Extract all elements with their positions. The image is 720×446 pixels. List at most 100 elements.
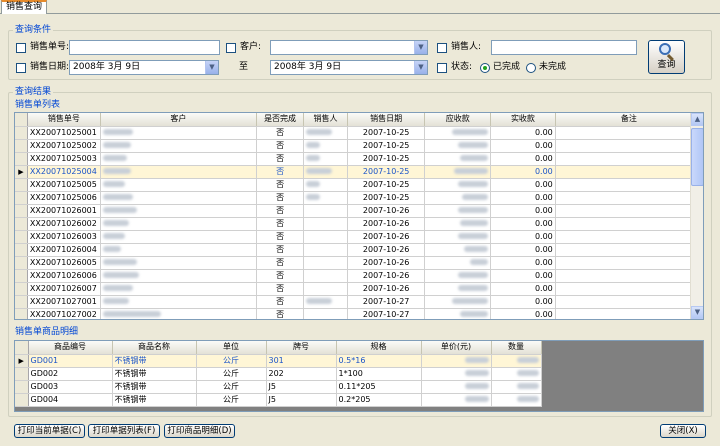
table-cell: 不锈钢带 <box>112 393 197 407</box>
print-current-button[interactable]: 打印当前单据(C) <box>14 424 85 438</box>
table-cell: XX20071026001 <box>27 204 101 218</box>
table-cell: 0.00 <box>490 191 556 205</box>
col-header[interactable]: 数量 <box>491 341 542 355</box>
col-header[interactable]: 牌号 <box>266 341 337 355</box>
col-header[interactable]: 实收款 <box>490 113 556 127</box>
table-row[interactable]: XX20071025006 否 2007-10-25 0.00 <box>15 191 703 205</box>
col-header[interactable]: 商品名称 <box>112 341 197 355</box>
customer-checkbox[interactable] <box>226 43 236 53</box>
status-undone-radio[interactable] <box>526 63 536 73</box>
table-row[interactable]: XX20071025001 否 2007-10-25 0.00 <box>15 126 703 140</box>
detail-grid[interactable]: 商品编号 商品名称 单位 牌号 规格 单价(元) 数量 ▶ GD001 不锈钢带 公斤… <box>14 340 704 412</box>
print-detail-button[interactable]: 打印商品明细(D) <box>164 424 235 438</box>
table-row[interactable]: XX20071026006 否 2007-10-26 0.00 <box>15 269 703 283</box>
scroll-up-icon[interactable]: ▲ <box>691 113 703 126</box>
status-checkbox[interactable] <box>437 63 447 73</box>
table-cell <box>424 230 492 244</box>
col-header[interactable]: 是否完成 <box>256 113 305 127</box>
table-cell: XX20071026007 <box>27 282 101 296</box>
table-row[interactable]: XX20071026002 否 2007-10-26 0.00 <box>15 217 703 231</box>
table-cell: XX20071025002 <box>27 139 101 153</box>
table-cell <box>100 178 258 192</box>
row-indicator <box>15 152 28 166</box>
col-header[interactable]: 销售日期 <box>347 113 426 127</box>
table-row[interactable]: GD003 不锈钢带 公斤 J5 0.11*205 <box>15 380 542 394</box>
table-row[interactable]: XX20071026007 否 2007-10-26 0.00 <box>15 282 703 296</box>
date-checkbox[interactable] <box>16 63 26 73</box>
close-button[interactable]: 关闭(X) <box>660 424 706 438</box>
table-cell <box>555 191 703 205</box>
order-no-checkbox[interactable] <box>16 43 26 53</box>
col-header[interactable]: 销售单号 <box>27 113 101 127</box>
sales-list-grid[interactable]: 销售单号 客户 是否完成 销售人 销售日期 应收款 实收款 备注 XX20071… <box>14 112 704 320</box>
table-cell: 否 <box>256 139 305 153</box>
print-list-button[interactable]: 打印单据列表(F) <box>88 424 160 438</box>
redacted-value <box>306 181 321 187</box>
table-cell: XX20071026003 <box>27 230 101 244</box>
redacted-value <box>460 220 489 226</box>
table-cell: 0.00 <box>490 269 556 283</box>
table-row[interactable]: XX20071026005 否 2007-10-26 0.00 <box>15 256 703 270</box>
col-header[interactable]: 客户 <box>100 113 258 127</box>
redacted-value <box>464 370 489 376</box>
customer-dropdown[interactable]: ▼ <box>270 40 428 55</box>
status-done-radio[interactable] <box>480 63 490 73</box>
salesperson-checkbox[interactable] <box>437 43 447 53</box>
redacted-value <box>102 155 127 161</box>
scroll-down-icon[interactable]: ▼ <box>691 306 703 319</box>
table-cell <box>100 295 258 309</box>
col-header[interactable]: 销售人 <box>303 113 348 127</box>
table-row[interactable]: XX20071025002 否 2007-10-25 0.00 <box>15 139 703 153</box>
table-cell: 2007-10-26 <box>347 204 426 218</box>
table-row[interactable]: ▶ GD001 不锈钢带 公斤 301 0.5*16 <box>15 354 542 368</box>
sales-list-scrollbar[interactable]: ▲ ▼ <box>690 113 703 319</box>
table-cell: 2007-10-25 <box>347 191 426 205</box>
search-button[interactable]: 查询 <box>648 40 685 74</box>
table-row[interactable]: XX20071026001 否 2007-10-26 0.00 <box>15 204 703 218</box>
salesperson-input[interactable] <box>491 40 637 55</box>
table-cell <box>555 126 703 140</box>
table-row[interactable]: GD002 不锈钢带 公斤 202 1*100 <box>15 367 542 381</box>
redacted-value <box>102 194 133 200</box>
table-row[interactable]: XX20071026003 否 2007-10-26 0.00 <box>15 230 703 244</box>
table-cell: GD002 <box>28 367 113 381</box>
row-indicator <box>15 126 28 140</box>
col-header[interactable]: 单价(元) <box>421 341 492 355</box>
table-row[interactable]: XX20071026004 否 2007-10-26 0.00 <box>15 243 703 257</box>
table-row[interactable]: XX20071027002 否 2007-10-27 0.00 <box>15 308 703 319</box>
tab-sales-query[interactable]: 销售查询 <box>1 0 47 14</box>
row-indicator <box>15 393 29 407</box>
col-header[interactable]: 单位 <box>196 341 267 355</box>
salesperson-label: 销售人: <box>451 42 482 52</box>
col-header[interactable]: 商品编号 <box>28 341 113 355</box>
chevron-down-icon[interactable]: ▼ <box>205 61 218 74</box>
scroll-thumb[interactable] <box>691 128 703 186</box>
table-cell <box>555 178 703 192</box>
redacted-value <box>102 311 161 317</box>
order-no-input[interactable] <box>69 40 220 55</box>
results-group-title: 查询结果 <box>13 87 54 98</box>
date-to-picker[interactable]: 2008年 3月 9日 ▼ <box>270 60 428 75</box>
table-cell: 0.00 <box>490 126 556 140</box>
table-cell: 不锈钢带 <box>112 354 197 368</box>
table-row[interactable]: ▶ XX20071025004 否 2007-10-25 0.00 <box>15 165 703 179</box>
col-header[interactable]: 备注 <box>555 113 703 127</box>
chevron-down-icon[interactable]: ▼ <box>414 61 427 74</box>
table-row[interactable]: XX20071027001 否 2007-10-27 0.00 <box>15 295 703 309</box>
row-indicator <box>15 178 28 192</box>
table-cell: 0.00 <box>490 217 556 231</box>
table-cell: 否 <box>256 178 305 192</box>
date-from-picker[interactable]: 2008年 3月 9日 ▼ <box>69 60 219 75</box>
col-header[interactable]: 规格 <box>336 341 422 355</box>
col-header[interactable]: 应收款 <box>424 113 492 127</box>
chevron-down-icon[interactable]: ▼ <box>414 41 427 54</box>
table-cell: XX20071025006 <box>27 191 101 205</box>
table-cell <box>491 393 542 407</box>
table-cell <box>100 217 258 231</box>
table-cell: 2007-10-26 <box>347 269 426 283</box>
table-cell <box>303 256 348 270</box>
status-done-label: 已完成 <box>493 62 521 72</box>
table-row[interactable]: GD004 不锈钢带 公斤 J5 0.2*205 <box>15 393 542 407</box>
table-row[interactable]: XX20071025003 否 2007-10-25 0.00 <box>15 152 703 166</box>
table-row[interactable]: XX20071025005 否 2007-10-25 0.00 <box>15 178 703 192</box>
